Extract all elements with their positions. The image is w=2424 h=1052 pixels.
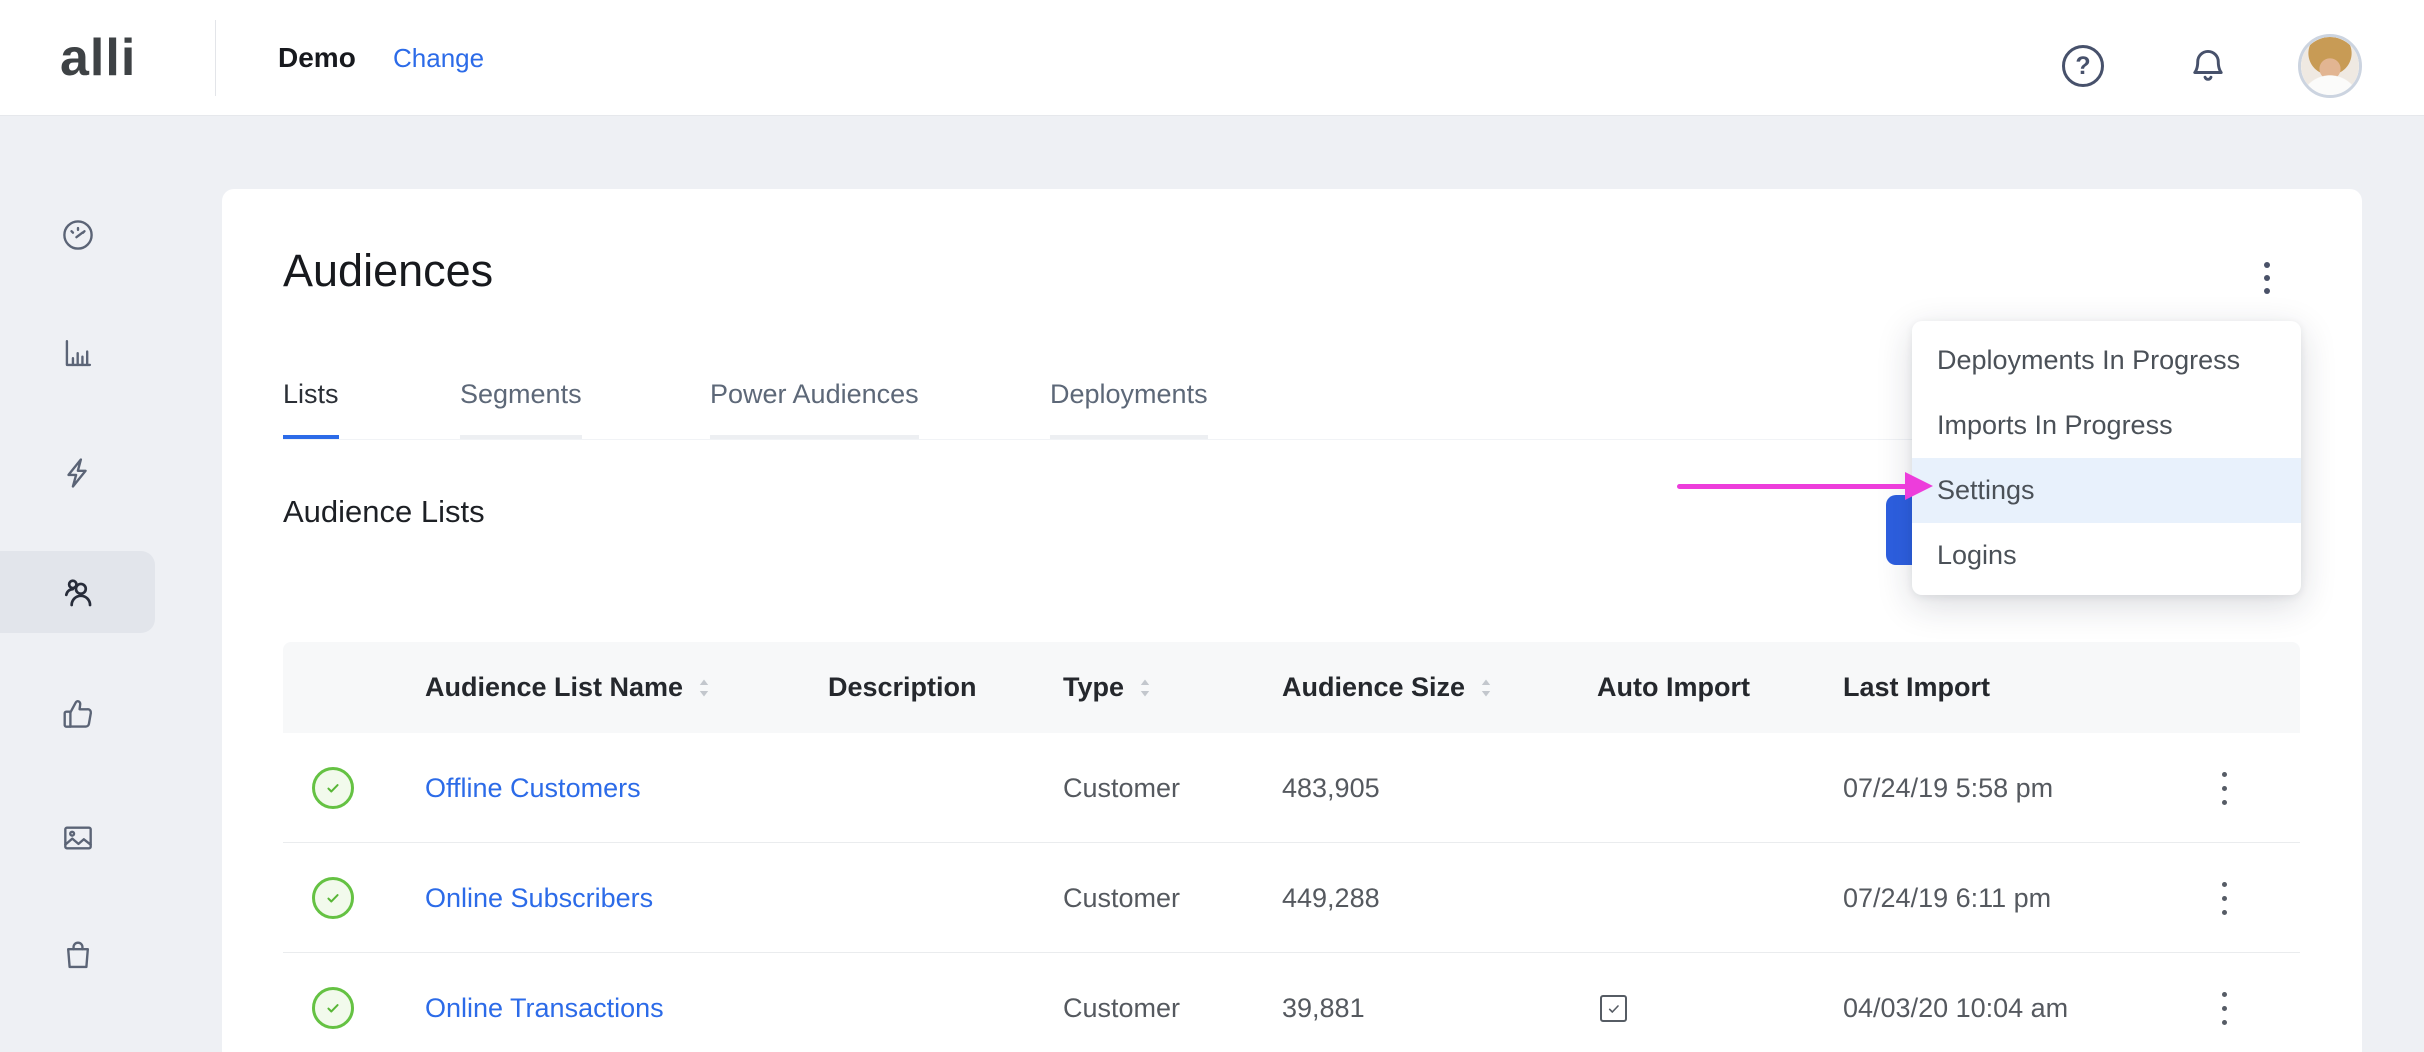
avatar-photo — [2301, 37, 2359, 95]
column-header-audience-size[interactable]: Audience Size — [1282, 642, 1493, 733]
kebab-dot — [2222, 910, 2227, 915]
bell-icon — [2186, 44, 2230, 90]
type-cell: Customer — [1063, 953, 1180, 1052]
sidebar-item-reports[interactable] — [0, 312, 155, 394]
kebab-dot — [2222, 1006, 2227, 1011]
topbar-divider — [215, 20, 216, 96]
size-cell: 449,288 — [1282, 843, 1380, 953]
status-imported-icon — [312, 877, 354, 919]
last-import-cell: 04/03/20 10:04 am — [1843, 953, 2068, 1052]
row-options-menu-button[interactable] — [2199, 760, 2249, 816]
tab-power-audiences[interactable]: Power Audiences — [710, 378, 919, 440]
row-options-menu-button[interactable] — [2199, 870, 2249, 926]
image-icon — [59, 819, 97, 857]
alli-logo: alli — [60, 0, 136, 116]
page-title: Audiences — [283, 245, 493, 297]
kebab-dot — [2264, 275, 2270, 281]
audience-list-link[interactable]: Offline Customers — [425, 733, 641, 843]
tab-deployments[interactable]: Deployments — [1050, 378, 1208, 440]
shopping-bag-icon — [59, 936, 97, 974]
kebab-dot — [2222, 896, 2227, 901]
tab-segments[interactable]: Segments — [460, 378, 582, 440]
audiences-card: Audiences Lists Segments Power Audiences… — [222, 189, 2362, 1052]
column-header-type[interactable]: Type — [1063, 642, 1152, 733]
help-button[interactable]: ? — [2062, 45, 2104, 87]
topbar: alli Demo Change ? — [0, 0, 2424, 116]
menu-item-logins[interactable]: Logins — [1912, 523, 2301, 588]
section-title: Audience Lists — [283, 494, 485, 530]
row-options-menu-button[interactable] — [2199, 980, 2249, 1036]
menu-item-imports-in-progress[interactable]: Imports In Progress — [1912, 393, 2301, 458]
status-imported-icon — [312, 987, 354, 1029]
gauge-icon — [59, 216, 97, 254]
sidebar-item-activation[interactable] — [0, 432, 155, 514]
sort-icon[interactable] — [1479, 677, 1493, 699]
page-options-dropdown: Deployments In Progress Imports In Progr… — [1912, 321, 2301, 595]
page-options-menu-button[interactable] — [2242, 249, 2292, 307]
table-header-row: Audience List Name Description Type Audi… — [283, 642, 2300, 733]
kebab-dot — [2264, 288, 2270, 294]
checkmark-icon — [1606, 1001, 1622, 1017]
sidebar-item-dashboard[interactable] — [0, 194, 155, 276]
column-header-description[interactable]: Description — [828, 642, 977, 733]
annotation-arrow-line — [1677, 484, 1909, 489]
size-cell: 39,881 — [1282, 953, 1365, 1052]
kebab-dot — [2222, 772, 2227, 777]
audience-list-link[interactable]: Online Subscribers — [425, 843, 653, 953]
avatar[interactable] — [2298, 34, 2362, 98]
bar-chart-icon — [59, 334, 97, 372]
type-cell: Customer — [1063, 733, 1180, 843]
kebab-dot — [2222, 992, 2227, 997]
last-import-cell: 07/24/19 5:58 pm — [1843, 733, 2053, 843]
sort-icon[interactable] — [1138, 677, 1152, 699]
annotation-arrow-head — [1905, 472, 1933, 500]
menu-item-deployments-in-progress[interactable]: Deployments In Progress — [1912, 328, 2301, 393]
sidebar-item-shopping[interactable] — [0, 914, 155, 996]
help-icon: ? — [2075, 52, 2090, 81]
table-row: Offline Customers Customer 483,905 07/24… — [283, 733, 2300, 843]
column-header-auto-import: Auto Import — [1597, 642, 1750, 733]
kebab-dot — [2264, 262, 2270, 268]
audiences-people-icon — [59, 573, 97, 611]
sort-icon[interactable] — [697, 677, 711, 699]
tab-lists[interactable]: Lists — [283, 378, 339, 440]
last-import-cell: 07/24/19 6:11 pm — [1843, 843, 2051, 953]
sidebar-item-approvals[interactable] — [0, 673, 155, 755]
column-header-last-import: Last Import — [1843, 642, 1990, 733]
table-row: Online Subscribers Customer 449,288 07/2… — [283, 843, 2300, 953]
kebab-dot — [2222, 1020, 2227, 1025]
type-cell: Customer — [1063, 843, 1180, 953]
sidebar-item-creative[interactable] — [0, 797, 155, 879]
kebab-dot — [2222, 786, 2227, 791]
notifications-button[interactable] — [2186, 44, 2230, 90]
menu-item-settings[interactable]: Settings — [1912, 458, 2301, 523]
workspace-name: Demo — [278, 0, 356, 116]
audience-lists-table: Audience List Name Description Type Audi… — [283, 642, 2300, 1052]
sidebar — [0, 116, 155, 1052]
auto-import-checkbox[interactable] — [1600, 995, 1627, 1022]
kebab-dot — [2222, 882, 2227, 887]
size-cell: 483,905 — [1282, 733, 1380, 843]
change-workspace-link[interactable]: Change — [393, 0, 484, 116]
audience-list-link[interactable]: Online Transactions — [425, 953, 664, 1052]
kebab-dot — [2222, 800, 2227, 805]
column-header-audience-list-name[interactable]: Audience List Name — [425, 642, 711, 733]
sidebar-item-audiences[interactable] — [0, 551, 155, 633]
thumbs-up-icon — [59, 695, 97, 733]
status-imported-icon — [312, 767, 354, 809]
table-row: Online Transactions Customer 39,881 04/0… — [283, 953, 2300, 1052]
lightning-icon — [59, 454, 97, 492]
